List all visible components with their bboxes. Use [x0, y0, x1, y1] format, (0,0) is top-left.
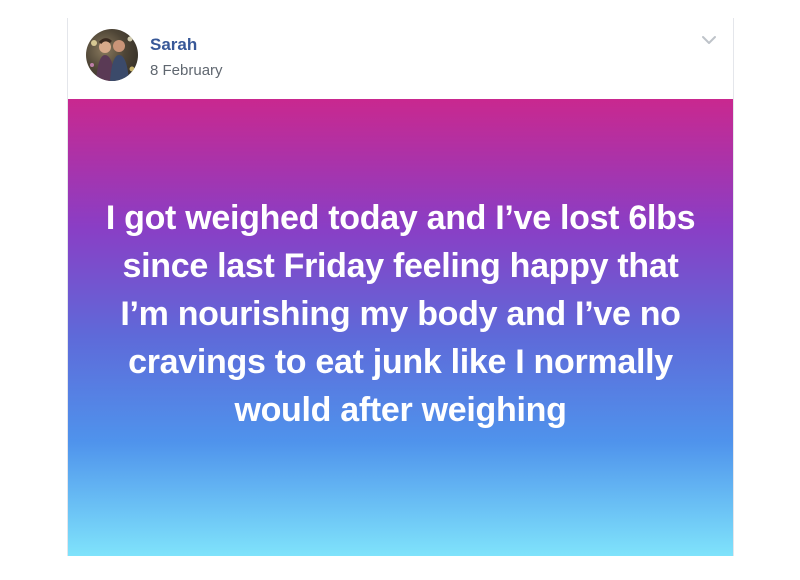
- status-background: I got weighed today and I’ve lost 6lbs s…: [68, 99, 733, 556]
- chevron-down-icon[interactable]: [699, 32, 719, 48]
- author-name[interactable]: Sarah: [150, 35, 197, 55]
- status-text: I got weighed today and I’ve lost 6lbs s…: [105, 198, 696, 429]
- feed-post: Sarah 8 February I got weighed today and…: [67, 18, 734, 556]
- post-header: Sarah 8 February: [68, 18, 733, 99]
- avatar[interactable]: [86, 29, 138, 81]
- avatar-photo: [90, 36, 135, 81]
- post-date[interactable]: 8 February: [150, 62, 223, 80]
